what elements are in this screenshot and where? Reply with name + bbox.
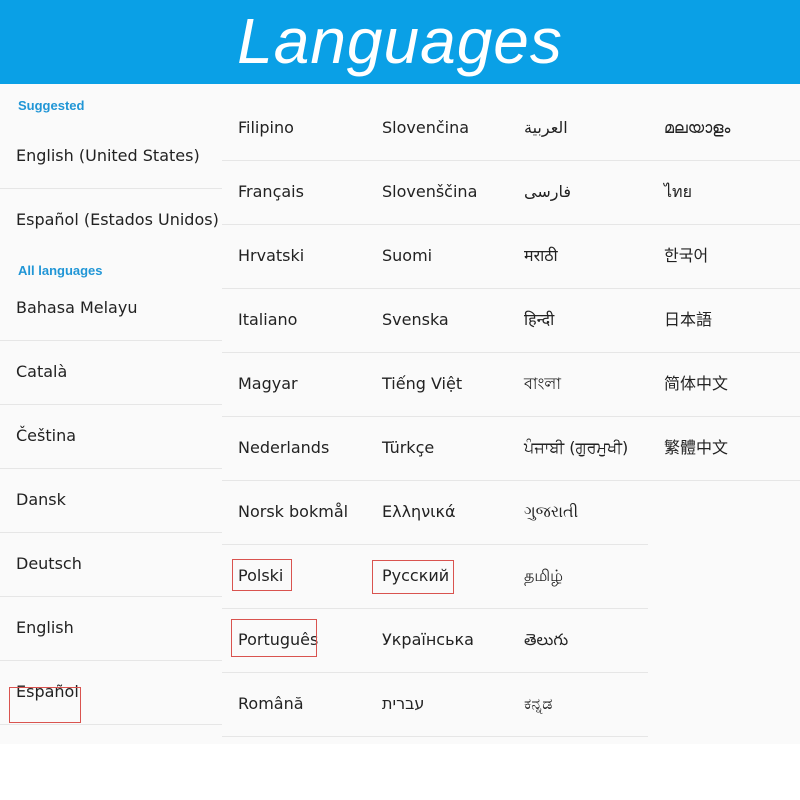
language-label: Nederlands xyxy=(238,438,330,457)
header-bar: Languages xyxy=(0,0,800,84)
language-label: English (United States) xyxy=(16,146,200,165)
language-label: Español (Estados Unidos) xyxy=(16,210,219,229)
language-column-1: Suggested English (United States) Españo… xyxy=(0,84,222,744)
language-item[interactable]: മലയാളം xyxy=(648,96,800,161)
language-item[interactable]: ไทย xyxy=(648,160,800,225)
language-label: ไทย xyxy=(664,182,692,201)
section-suggested: Suggested xyxy=(18,98,85,113)
language-label: Català xyxy=(16,362,68,381)
language-item[interactable]: বাংলা xyxy=(508,352,648,417)
language-item[interactable]: Filipino xyxy=(222,96,366,161)
language-item[interactable]: 한국어 xyxy=(648,224,800,289)
language-item-suggested[interactable]: Español (Estados Unidos) xyxy=(0,188,222,252)
language-label: English xyxy=(16,618,74,637)
language-column-4: العربية فارسی मराठी हिन्दी বাংলা ਪੰਜਾਬੀ (ਗੁਰਮ… xyxy=(508,84,648,744)
language-item[interactable]: తెలుగు xyxy=(508,608,648,673)
language-item[interactable]: Bahasa Melayu xyxy=(0,276,222,341)
language-column-3: Slovenčina Slovenščina Suomi Svenska Tiếng V… xyxy=(366,84,508,744)
language-label: Bahasa Melayu xyxy=(16,298,138,317)
language-item[interactable]: Ελληνικά xyxy=(366,480,508,545)
blank-footer xyxy=(0,744,800,800)
language-item[interactable]: Türkçe xyxy=(366,416,508,481)
language-label: العربية xyxy=(524,118,568,137)
language-label: Magyar xyxy=(238,374,298,393)
language-item[interactable]: Français xyxy=(222,160,366,225)
language-label: 繁體中文 xyxy=(664,438,729,457)
language-item[interactable]: العربية xyxy=(508,96,648,161)
language-item[interactable]: हिन्दी xyxy=(508,288,648,353)
language-item[interactable]: ಕನ್ನಡ xyxy=(508,672,648,737)
language-label: ગુજરાતી xyxy=(524,502,579,521)
language-label: Hrvatski xyxy=(238,246,305,265)
language-label: മലയാളം xyxy=(664,118,731,137)
language-label: فارسی xyxy=(524,182,571,201)
language-label: Italiano xyxy=(238,310,298,329)
language-item[interactable]: Magyar xyxy=(222,352,366,417)
language-label: मराठी xyxy=(524,246,558,265)
language-item[interactable]: 繁體中文 xyxy=(648,416,800,481)
language-label: தமிழ் xyxy=(524,566,564,585)
language-item[interactable]: தமிழ் xyxy=(508,544,648,609)
language-item[interactable]: Tiếng Việt xyxy=(366,352,508,417)
language-item[interactable]: 简体中文 xyxy=(648,352,800,417)
language-label: Svenska xyxy=(382,310,449,329)
language-item[interactable]: Hrvatski xyxy=(222,224,366,289)
language-item[interactable]: Català xyxy=(0,340,222,405)
language-label: Suomi xyxy=(382,246,433,265)
language-label: Norsk bokmål xyxy=(238,502,349,521)
language-item[interactable]: 日本語 xyxy=(648,288,800,353)
language-item[interactable]: ਪੰਜਾਬੀ (ਗੁਰਮੁਖੀ) xyxy=(508,416,648,481)
language-label: 简体中文 xyxy=(664,374,729,393)
language-label: Ελληνικά xyxy=(382,502,456,521)
language-item[interactable]: Suomi xyxy=(366,224,508,289)
language-label: Українська xyxy=(382,630,474,649)
language-item[interactable]: Deutsch xyxy=(0,532,222,597)
language-label: 한국어 xyxy=(664,246,709,265)
language-item[interactable]: Dansk xyxy=(0,468,222,533)
language-label: 日本語 xyxy=(664,310,713,329)
language-label: Čeština xyxy=(16,426,77,445)
language-item[interactable]: English xyxy=(0,596,222,661)
language-item[interactable]: Română xyxy=(222,672,366,737)
language-item[interactable]: فارسی xyxy=(508,160,648,225)
language-item[interactable]: Nederlands xyxy=(222,416,366,481)
language-label: Français xyxy=(238,182,304,201)
language-label: Deutsch xyxy=(16,554,82,573)
highlight-box xyxy=(372,560,454,594)
language-item[interactable]: עברית xyxy=(366,672,508,737)
language-item[interactable]: Norsk bokmål xyxy=(222,480,366,545)
language-label: Slovenščina xyxy=(382,182,478,201)
language-label: Filipino xyxy=(238,118,294,137)
language-label: עברית xyxy=(382,694,425,713)
page-title: Languages xyxy=(237,5,563,77)
language-label: Slovenčina xyxy=(382,118,470,137)
language-label: ಕನ್ನಡ xyxy=(524,694,553,713)
language-label: Türkçe xyxy=(382,438,435,457)
language-item[interactable]: Slovenčina xyxy=(366,96,508,161)
highlight-box xyxy=(231,619,317,657)
language-label: తెలుగు xyxy=(524,630,569,649)
language-label: हिन्दी xyxy=(524,310,555,329)
language-label: বাংলা xyxy=(524,374,561,393)
language-item[interactable]: Slovenščina xyxy=(366,160,508,225)
language-label: Română xyxy=(238,694,304,713)
language-item-suggested[interactable]: English (United States) xyxy=(0,124,222,189)
language-label: ਪੰਜਾਬੀ (ਗੁਰਮੁਖੀ) xyxy=(524,438,629,457)
language-item[interactable]: Čeština xyxy=(0,404,222,469)
language-label: Tiếng Việt xyxy=(382,374,463,393)
language-label: Dansk xyxy=(16,490,66,509)
language-item[interactable]: Українська xyxy=(366,608,508,673)
language-item[interactable]: मराठी xyxy=(508,224,648,289)
language-list[interactable]: Suggested English (United States) Españo… xyxy=(0,84,800,744)
highlight-box xyxy=(9,687,81,723)
language-item[interactable]: Svenska xyxy=(366,288,508,353)
highlight-box xyxy=(232,559,292,591)
language-column-5: മലയാളം ไทย 한국어 日本語简体中文繁體中文 xyxy=(648,84,800,744)
language-item[interactable]: Italiano xyxy=(222,288,366,353)
language-item[interactable]: ગુજરાતી xyxy=(508,480,648,545)
